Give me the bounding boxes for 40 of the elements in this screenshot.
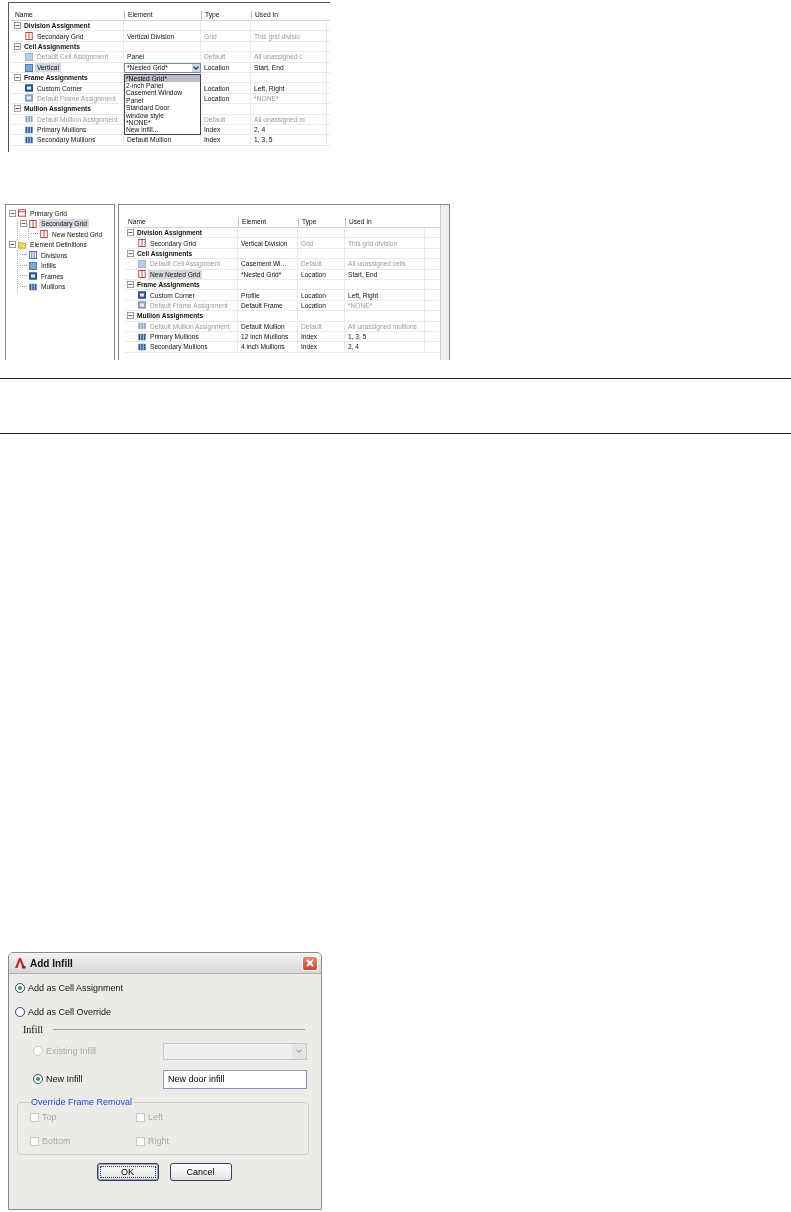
group-label: Override Frame Removal	[30, 1097, 134, 1107]
grid-division-icon	[138, 239, 146, 248]
infill-icon	[138, 259, 146, 268]
close-icon	[305, 958, 315, 968]
grid-division-icon	[138, 270, 146, 279]
chevron-down-icon	[192, 63, 200, 72]
section-label: Infill	[23, 1024, 43, 1035]
radio-option[interactable]: Add as Cell Assignment	[15, 980, 124, 996]
collapse-icon[interactable]	[14, 42, 21, 50]
collapse-icon[interactable]	[127, 281, 134, 289]
collapse-icon[interactable]	[127, 249, 134, 257]
window-title: Add Infill	[30, 957, 74, 969]
collapse-icon[interactable]	[14, 74, 21, 82]
collapse-icon[interactable]	[14, 22, 21, 30]
collapse-icon[interactable]	[20, 220, 27, 228]
infill-icon	[29, 261, 37, 270]
collapse-icon[interactable]	[9, 209, 16, 217]
close-button[interactable]	[302, 955, 318, 971]
grid-division-icon	[29, 219, 37, 228]
grid-division-icon	[25, 32, 33, 41]
collapse-icon[interactable]	[127, 312, 134, 320]
grid-icon	[18, 209, 26, 218]
collapse-icon[interactable]	[127, 229, 134, 237]
frame-icon	[29, 272, 37, 281]
chevron-down-icon	[295, 1047, 303, 1055]
dialog-button[interactable]: Cancel	[169, 1163, 232, 1181]
collapse-icon[interactable]	[14, 105, 21, 113]
divisions-icon	[29, 251, 37, 260]
folder-icon	[18, 240, 26, 249]
mullion-icon	[29, 282, 37, 291]
radio-option[interactable]: New Infill	[33, 1071, 83, 1087]
mullion-icon	[25, 136, 33, 144]
scrollbar[interactable]	[440, 205, 449, 360]
infill-name-field[interactable]: New door infill	[163, 1069, 307, 1089]
dialog-button[interactable]: OK	[96, 1163, 159, 1181]
app-logo-icon	[14, 957, 26, 969]
grid-division-icon	[40, 230, 48, 239]
collapse-icon[interactable]	[9, 241, 16, 249]
mullion-icon	[138, 343, 146, 351]
radio-option[interactable]: Add as Cell Override	[15, 1004, 112, 1020]
